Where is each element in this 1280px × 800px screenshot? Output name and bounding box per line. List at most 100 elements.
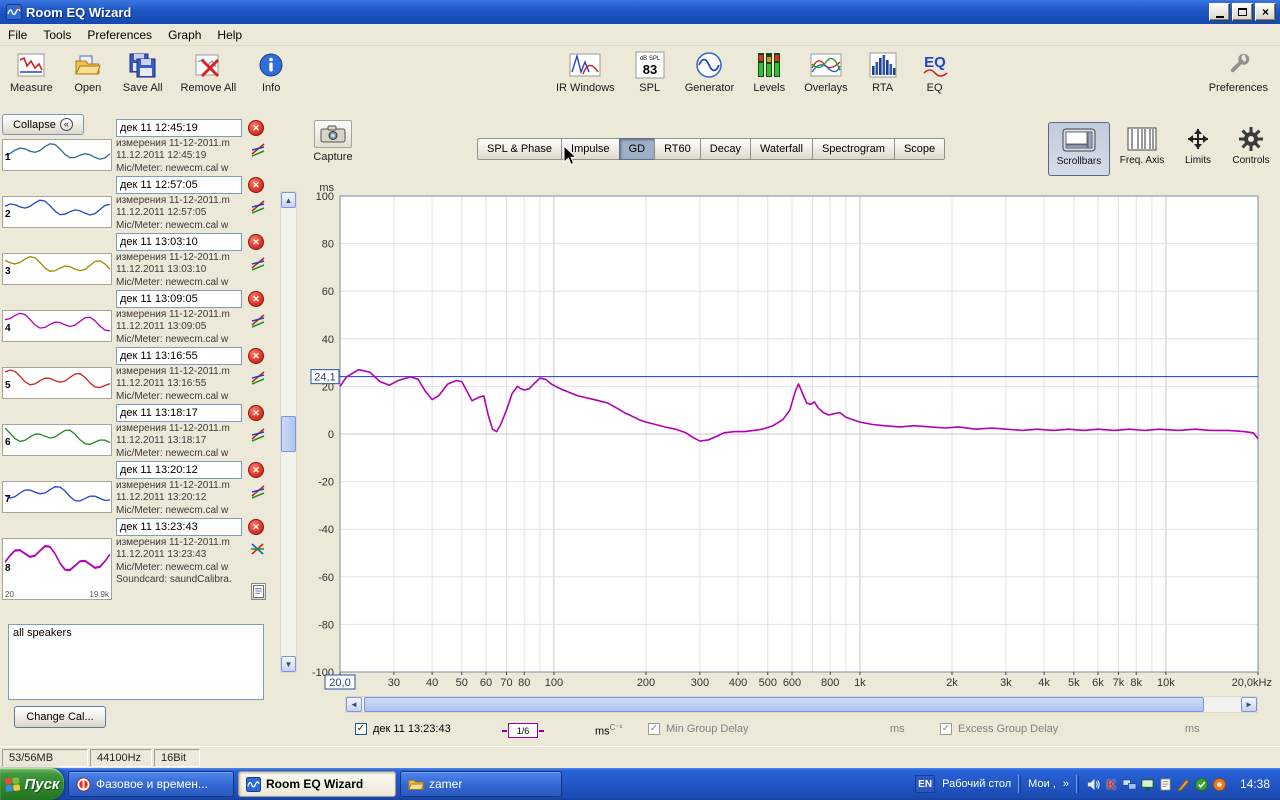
scroll-up-button[interactable]: ▲	[281, 192, 296, 208]
measurement-entry-5[interactable]: ✕5измерения 11-12-2011.m11.12.2011 13:16…	[0, 347, 278, 401]
delete-measurement-button[interactable]: ✕	[248, 291, 264, 307]
limits-button[interactable]: Limits	[1174, 122, 1222, 176]
tab-decay[interactable]: Decay	[700, 138, 751, 160]
trace-settings-icon[interactable]	[250, 313, 266, 329]
delete-measurement-button[interactable]: ✕	[248, 177, 264, 193]
measurement-name-input[interactable]	[116, 404, 242, 422]
trace-settings-icon[interactable]	[250, 427, 266, 443]
measurement-thumbnail[interactable]: 1	[2, 139, 112, 171]
tray-clipboard-icon[interactable]	[1158, 777, 1173, 792]
taskbar-task-phase[interactable]: Фазовое и времен...	[68, 771, 234, 797]
trace-settings-icon[interactable]	[250, 484, 266, 500]
graph-horizontal-scrollbar[interactable]: ◄ ►	[345, 696, 1258, 713]
trace-colors-icon[interactable]	[250, 541, 266, 557]
preferences-button[interactable]: Preferences	[1209, 50, 1268, 94]
generator-button[interactable]: Generator	[685, 50, 735, 94]
tray-network-icon[interactable]	[1122, 777, 1137, 792]
measurement-thumbnail[interactable]: 4	[2, 310, 112, 342]
menu-file[interactable]: File	[0, 26, 35, 44]
desktop-toolbar-label[interactable]: Рабочий стол	[942, 778, 1011, 790]
measurement-name-input[interactable]	[116, 461, 242, 479]
menu-tools[interactable]: Tools	[35, 26, 79, 44]
measurement-thumbnail[interactable]: 3	[2, 253, 112, 285]
measurement-entry-7[interactable]: ✕7измерения 11-12-2011.m11.12.2011 13:20…	[0, 461, 278, 515]
tab-waterfall[interactable]: Waterfall	[750, 138, 813, 160]
close-button[interactable]: ×	[1255, 3, 1276, 21]
tab-impulse[interactable]: Impulse	[561, 138, 620, 160]
tab-gd[interactable]: GD	[619, 138, 656, 160]
delete-measurement-button[interactable]: ✕	[248, 519, 264, 535]
tray-agent-icon[interactable]	[1194, 777, 1209, 792]
maximize-button[interactable]	[1232, 3, 1253, 21]
minimize-button[interactable]	[1209, 3, 1230, 21]
levels-button[interactable]: Levels	[752, 50, 786, 94]
measurement-entry-2[interactable]: ✕2измерения 11-12-2011.m11.12.2011 12:57…	[0, 176, 278, 230]
tray-antivirus-icon[interactable]: K	[1104, 777, 1119, 792]
tab-rt60[interactable]: RT60	[654, 138, 701, 160]
scrollbars-button[interactable]: Scrollbars	[1048, 122, 1110, 176]
measurement-entry-3[interactable]: ✕3измерения 11-12-2011.m11.12.2011 13:03…	[0, 233, 278, 287]
vertical-scroll-thumb[interactable]	[281, 416, 296, 452]
ir-windows-button[interactable]: IR Windows	[556, 50, 615, 94]
language-indicator[interactable]: EN	[915, 775, 935, 793]
tray-pen-icon[interactable]	[1176, 777, 1191, 792]
rta-button[interactable]: RTA	[866, 50, 900, 94]
trace-settings-icon[interactable]	[250, 142, 266, 158]
measurement-entry-8[interactable]: ✕82019.9kизмерения 11-12-2011.m11.12.201…	[0, 518, 278, 609]
taskbar-task-zamer[interactable]: zamer	[400, 771, 562, 797]
delete-measurement-button[interactable]: ✕	[248, 234, 264, 250]
graph-vertical-scrollbar[interactable]: ▲ ▼	[280, 191, 297, 673]
start-button[interactable]: Пуск	[0, 768, 64, 800]
toolbar-chevron[interactable]: »	[1063, 778, 1069, 790]
freq-axis-button[interactable]: Freq. Axis	[1114, 122, 1170, 176]
scroll-down-button[interactable]: ▼	[281, 656, 296, 672]
tab-spl-phase[interactable]: SPL & Phase	[477, 138, 562, 160]
measurement-thumbnail[interactable]: 2	[2, 196, 112, 228]
my-toolbar-label[interactable]: Мои ,	[1028, 778, 1056, 790]
scroll-left-button[interactable]: ◄	[346, 697, 362, 712]
measurement-thumbnail[interactable]: 6	[2, 424, 112, 456]
menu-help[interactable]: Help	[209, 26, 250, 44]
measurement-name-input[interactable]	[116, 347, 242, 365]
controls-button[interactable]: Controls	[1226, 122, 1276, 176]
capture-button[interactable]	[314, 120, 352, 148]
measurement-notes-field[interactable]	[8, 624, 264, 700]
min-gd-checkbox[interactable]: ✓	[648, 723, 660, 735]
measurement-thumbnail[interactable]: 82019.9k	[2, 538, 112, 600]
delete-measurement-button[interactable]: ✕	[248, 462, 264, 478]
info-button[interactable]: Info	[254, 50, 288, 94]
gd-chart[interactable]: ms100806040200-20-40-60-80-10020,0304050…	[300, 180, 1280, 694]
measurement-notes-button[interactable]	[251, 583, 266, 600]
measurement-name-input[interactable]	[116, 233, 242, 251]
tray-display-icon[interactable]	[1140, 777, 1155, 792]
open-button[interactable]: Open	[71, 50, 105, 94]
measurement-thumbnail[interactable]: 7	[2, 481, 112, 513]
measurement-thumbnail[interactable]: 5	[2, 367, 112, 399]
remove-all-button[interactable]: Remove All	[181, 50, 237, 94]
change-cal-button[interactable]: Change Cal...	[14, 706, 106, 728]
measurement-name-input[interactable]	[116, 518, 242, 536]
measurement-name-input[interactable]	[116, 176, 242, 194]
save-all-button[interactable]: Save All	[123, 50, 163, 94]
taskbar-task-rew[interactable]: Room EQ Wizard	[238, 771, 396, 797]
scroll-right-button[interactable]: ►	[1241, 697, 1257, 712]
toolbar-grip[interactable]	[1018, 775, 1021, 793]
delete-measurement-button[interactable]: ✕	[248, 348, 264, 364]
measurement-name-input[interactable]	[116, 119, 242, 137]
measurement-entry-4[interactable]: ✕4измерения 11-12-2011.m11.12.2011 13:09…	[0, 290, 278, 344]
trace-settings-icon[interactable]	[250, 256, 266, 272]
delete-measurement-button[interactable]: ✕	[248, 405, 264, 421]
measurement-entry-6[interactable]: ✕6измерения 11-12-2011.m11.12.2011 13:18…	[0, 404, 278, 458]
spl-meter-button[interactable]: dB SPL83 SPL	[633, 50, 667, 94]
measurement-name-input[interactable]	[116, 290, 242, 308]
eq-button[interactable]: EQ EQ	[918, 50, 952, 94]
tab-spectrogram[interactable]: Spectrogram	[812, 138, 895, 160]
overlays-button[interactable]: Overlays	[804, 50, 847, 94]
trace-settings-icon[interactable]	[250, 370, 266, 386]
menu-preferences[interactable]: Preferences	[79, 26, 160, 44]
measure-button[interactable]: Measure	[10, 50, 53, 94]
excess-gd-checkbox[interactable]: ✓	[940, 723, 952, 735]
trace-checkbox[interactable]: ✓	[355, 723, 367, 735]
tray-update-icon[interactable]	[1212, 777, 1227, 792]
tab-scope[interactable]: Scope	[894, 138, 945, 160]
